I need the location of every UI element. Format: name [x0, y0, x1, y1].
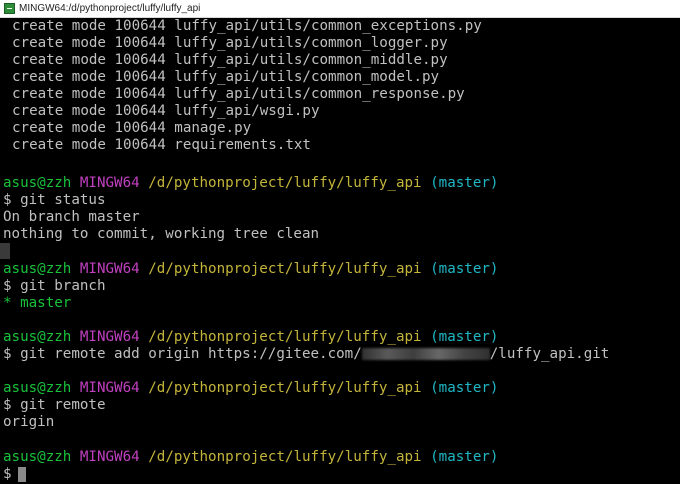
output-line: create mode 100644 luffy_api/utils/commo…	[12, 69, 440, 85]
prompt-line: asus@zzh MINGW64 /d/pythonproject/luffy/…	[3, 449, 498, 466]
output-line: origin	[3, 414, 55, 430]
prompt-path: /d/pythonproject/luffy/luffy_api	[148, 380, 422, 396]
prompt-user: asus@zzh	[3, 175, 72, 191]
prompt-symbol: $	[3, 192, 12, 208]
output-line: nothing to commit, working tree clean	[3, 226, 320, 242]
prompt-path: /d/pythonproject/luffy/luffy_api	[148, 175, 422, 191]
prompt-line: asus@zzh MINGW64 /d/pythonproject/luffy/…	[3, 329, 498, 346]
prompt-path: /d/pythonproject/luffy/luffy_api	[148, 329, 422, 345]
command-text: git branch	[20, 278, 106, 294]
prompt-branch: (master)	[430, 329, 499, 345]
prompt-symbol: $	[3, 346, 12, 362]
output-line: create mode 100644 requirements.txt	[12, 137, 311, 153]
output-line: create mode 100644 manage.py	[12, 120, 252, 136]
output-line: * master	[3, 295, 72, 311]
prompt-user: asus@zzh	[3, 449, 72, 465]
output-line: create mode 100644 luffy_api/utils/commo…	[12, 86, 465, 102]
command-line: $ git remote add origin https://gitee.co…	[3, 346, 609, 363]
prompt-symbol: $	[3, 397, 12, 413]
window-title: MINGW64:/d/pythonproject/luffy/luffy_api	[19, 3, 201, 14]
terminal-output[interactable]: create mode 100644 luffy_api/utils/commo…	[0, 18, 680, 484]
cursor-remnant	[0, 243, 10, 259]
command-line: $ git branch	[3, 278, 106, 295]
prompt-host: MINGW64	[79, 380, 140, 396]
prompt-user: asus@zzh	[3, 380, 72, 396]
prompt-path: /d/pythonproject/luffy/luffy_api	[148, 449, 422, 465]
prompt-host: MINGW64	[79, 329, 140, 345]
command-line: $ git remote	[3, 397, 106, 414]
command-text: git remote add origin https://gitee.com/	[20, 346, 362, 362]
git-bash-icon	[4, 3, 15, 14]
prompt-user: asus@zzh	[3, 329, 72, 345]
prompt-branch: (master)	[430, 380, 499, 396]
prompt-user: asus@zzh	[3, 261, 72, 277]
command-line: $ git status	[3, 192, 106, 209]
prompt-host: MINGW64	[79, 261, 140, 277]
prompt-symbol: $	[3, 278, 12, 294]
prompt-symbol: $	[3, 466, 12, 482]
output-line: create mode 100644 luffy_api/utils/commo…	[12, 35, 448, 51]
output-line: create mode 100644 luffy_api/wsgi.py	[12, 103, 320, 119]
output-line: create mode 100644 luffy_api/utils/commo…	[12, 52, 448, 68]
window-titlebar[interactable]: MINGW64:/d/pythonproject/luffy/luffy_api	[0, 0, 680, 18]
text-cursor	[18, 467, 26, 482]
prompt-host: MINGW64	[79, 175, 140, 191]
command-text: git remote	[20, 397, 106, 413]
prompt-host: MINGW64	[79, 449, 140, 465]
prompt-branch: (master)	[430, 175, 499, 191]
prompt-line: asus@zzh MINGW64 /d/pythonproject/luffy/…	[3, 261, 498, 278]
prompt-branch: (master)	[430, 449, 499, 465]
output-line: create mode 100644 luffy_api/utils/commo…	[12, 18, 482, 34]
redacted-username	[361, 348, 490, 360]
prompt-path: /d/pythonproject/luffy/luffy_api	[148, 261, 422, 277]
command-text-suffix: /luffy_api.git	[489, 346, 610, 362]
command-line[interactable]: $	[3, 466, 12, 483]
prompt-branch: (master)	[430, 261, 499, 277]
prompt-line: asus@zzh MINGW64 /d/pythonproject/luffy/…	[3, 175, 498, 192]
output-line: On branch master	[3, 209, 140, 225]
command-text: git status	[20, 192, 106, 208]
prompt-line: asus@zzh MINGW64 /d/pythonproject/luffy/…	[3, 380, 498, 397]
